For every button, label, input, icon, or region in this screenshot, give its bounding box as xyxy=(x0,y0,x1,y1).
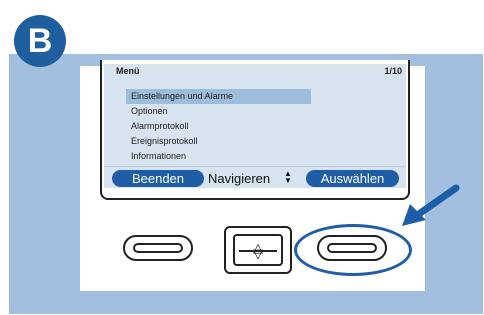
menu-item-alarm-log[interactable]: Alarmprotokoll xyxy=(126,119,326,134)
softkey-exit[interactable]: Beenden xyxy=(112,170,204,187)
left-softkey-button[interactable] xyxy=(123,235,193,261)
softkey-bar: Beenden Navigieren ▲ ▼ Auswählen xyxy=(104,166,406,188)
pointer-arrow-icon xyxy=(402,184,460,226)
triangle-down-icon[interactable]: ▽ xyxy=(253,246,263,262)
device-screen: Menü 1/10 Einstellungen und Alarme Optio… xyxy=(104,64,406,188)
softkey-select[interactable]: Auswählen xyxy=(306,170,399,187)
softkey-navigate-label: Navigieren xyxy=(208,171,271,186)
menu-item-options[interactable]: Optionen xyxy=(126,104,326,119)
menu-item-event-log[interactable]: Ereignisprotokoll xyxy=(126,134,326,149)
menu-item-settings-alarms[interactable]: Einstellungen und Alarme xyxy=(126,89,311,104)
screen-title: Menü xyxy=(116,66,140,76)
button-slot-icon xyxy=(133,243,183,253)
menu-list: Einstellungen und Alarme Optionen Alarmp… xyxy=(126,89,326,164)
up-down-arrows-icon: ▲ ▼ xyxy=(284,169,292,185)
menu-item-information[interactable]: Informationen xyxy=(126,149,326,164)
screen-header: Menü 1/10 xyxy=(104,64,406,79)
highlight-ring xyxy=(294,224,412,276)
navigation-button[interactable]: △ ▽ xyxy=(224,226,292,274)
page-indicator: 1/10 xyxy=(384,66,402,76)
step-badge: B xyxy=(14,15,66,67)
nav-button-inner: △ ▽ xyxy=(233,234,283,266)
